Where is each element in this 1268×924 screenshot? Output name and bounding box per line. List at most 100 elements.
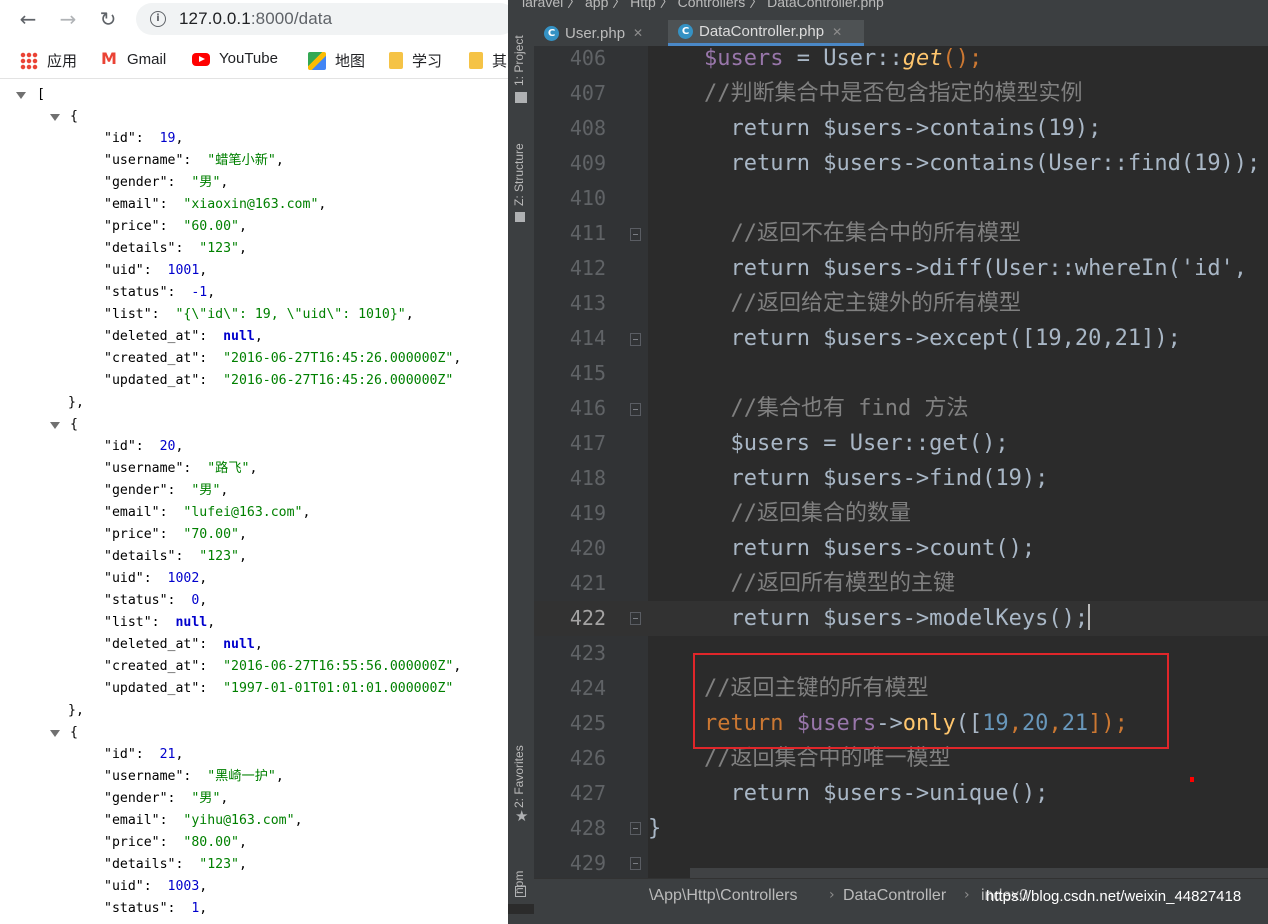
close-icon[interactable]: ✕ <box>832 25 842 39</box>
code-line-427[interactable]: return $users->unique(); <box>704 776 1048 811</box>
npm-icon[interactable] <box>515 886 526 897</box>
forward-arrow-icon[interactable]: → <box>53 4 83 34</box>
star-icon[interactable]: ★ <box>515 809 528 824</box>
breadcrumb-class[interactable]: DataController <box>843 887 946 905</box>
code-line-411[interactable]: //返回不在集合中的所有模型 <box>704 216 1021 251</box>
json-value: "2016-06-27T16:55:56.000000Z" <box>223 659 454 674</box>
url-text[interactable]: 127.0.0.1:8000/data <box>179 9 332 29</box>
code-line-412[interactable]: return $users->diff(User::whereIn('id', <box>704 251 1247 286</box>
json-key: "price": <box>104 527 184 542</box>
code-line-413[interactable]: //返回给定主键外的所有模型 <box>704 286 1021 321</box>
code-line-406[interactable]: $users = User::get(); <box>704 41 982 76</box>
code-line-418[interactable]: return $users->find(19); <box>704 461 1048 496</box>
json-key: "list": <box>104 615 176 630</box>
json-value: null <box>223 329 255 344</box>
fold-marker-icon[interactable] <box>630 857 641 870</box>
json-value: "路飞" <box>207 461 250 476</box>
json-field-list: "list": "{\"id\": 19, \"uid\": 1010}", <box>104 307 414 322</box>
error-marker <box>1190 777 1194 782</box>
json-field-email: "email": "xiaoxin@163.com", <box>104 197 327 212</box>
code-line-407[interactable]: //判断集合中是否包含指定的模型实例 <box>704 76 1083 111</box>
line-number: 427 <box>569 781 606 805</box>
json-field-id: "id": 20, <box>104 439 184 454</box>
json-key: "uid": <box>104 263 168 278</box>
json-field-price: "price": "70.00", <box>104 527 247 542</box>
json-object-close: }, <box>68 703 84 718</box>
fold-marker-icon[interactable] <box>630 822 641 835</box>
project-tool-tab[interactable]: 1: Project <box>512 35 526 86</box>
reload-icon[interactable]: ↻ <box>93 4 123 34</box>
collapse-object-icon[interactable] <box>50 114 60 121</box>
code-line-417[interactable]: $users = User::get(); <box>704 426 1008 461</box>
collapse-object-icon[interactable] <box>50 422 60 429</box>
bookmark-label: 地图 <box>335 53 366 70</box>
json-value: "黑崎一护" <box>207 769 276 784</box>
collapse-object-icon[interactable] <box>50 730 60 737</box>
bookmark-label: 学习 <box>412 53 443 70</box>
json-value: "xiaoxin@163.com" <box>183 197 319 212</box>
folder-icon[interactable] <box>515 92 527 103</box>
json-key: "gender": <box>104 175 192 190</box>
json-object-open: { <box>70 725 78 740</box>
folder-icon <box>389 52 403 69</box>
json-field-list: "list": null, <box>104 615 216 630</box>
json-viewer: [{"id": 19, "username": "蜡笔小新", "gender": … <box>0 80 508 924</box>
top-breadcrumb[interactable]: laravel 〉 app 〉 Http 〉 Controllers 〉 Dat… <box>522 0 884 12</box>
bookmark-youtube[interactable]: YouTube <box>192 50 278 67</box>
json-value: "男" <box>191 791 221 806</box>
code-token: return $users->modelKeys(); <box>704 606 1089 631</box>
code-line-421[interactable]: //返回所有模型的主键 <box>704 566 955 601</box>
watermark-text: https://blog.csdn.net/weixin_44827418 <box>986 888 1242 905</box>
ide-navigation-bar: laravel 〉 app 〉 Http 〉 Controllers 〉 Dat… <box>508 0 1268 20</box>
bookmark-gmail[interactable]: M Gmail <box>100 50 166 68</box>
bookmark-folder-other[interactable]: 其 <box>469 50 507 71</box>
bottom-tool-tabs <box>508 914 1268 924</box>
structure-icon[interactable] <box>515 212 525 222</box>
fold-marker-icon[interactable] <box>630 228 641 241</box>
collapse-array-icon[interactable] <box>16 92 26 99</box>
structure-tool-tab[interactable]: Z: Structure <box>512 143 526 206</box>
json-key: "email": <box>104 505 184 520</box>
close-icon[interactable]: ✕ <box>633 26 643 40</box>
code-line-409[interactable]: return $users->contains(User::find(19)); <box>704 146 1260 181</box>
browser-window: ← → ↻ i 127.0.0.1:8000/data 应用 M Gmail Yo… <box>0 0 508 924</box>
fold-marker-icon[interactable] <box>630 403 641 416</box>
json-key: "username": <box>104 461 208 476</box>
code-line-408[interactable]: return $users->contains(19); <box>704 111 1101 146</box>
json-value: "男" <box>191 483 221 498</box>
json-array-open: [ <box>37 87 45 102</box>
json-key: "details": <box>104 241 200 256</box>
code-line-428[interactable]: } <box>648 811 661 846</box>
horizontal-scrollbar[interactable] <box>690 868 1268 878</box>
json-field-email: "email": "yihu@163.com", <box>104 813 303 828</box>
line-number: 418 <box>569 466 606 490</box>
apps-grid-icon <box>20 51 38 70</box>
favorites-tool-tab[interactable]: 2: Favorites <box>512 745 526 808</box>
site-info-icon[interactable]: i <box>150 11 166 27</box>
bookmark-maps[interactable]: 地图 <box>308 50 365 71</box>
line-number: 428 <box>569 816 606 840</box>
json-key: "uid": <box>104 879 168 894</box>
tool-window-strip: 1: Project Z: Structure 2: Favorites ★ n… <box>508 20 535 904</box>
code-line-419[interactable]: //返回集合的数量 <box>704 496 911 531</box>
back-arrow-icon[interactable]: ← <box>13 4 43 34</box>
bookmark-label: 其 <box>492 53 508 70</box>
fold-marker-icon[interactable] <box>630 612 641 625</box>
code-line-422[interactable]: return $users->modelKeys(); <box>704 601 1091 636</box>
line-number: 429 <box>569 851 606 875</box>
json-field-username: "username": "路飞", <box>104 461 258 476</box>
json-field-status: "status": -1, <box>104 285 216 300</box>
code-line-416[interactable]: //集合也有 find 方法 <box>704 391 968 426</box>
line-number: 422 <box>569 606 606 630</box>
json-field-updated-at: "updated_at": "2016-06-27T16:45:26.00000… <box>104 370 453 392</box>
bookmark-folder-study[interactable]: 学习 <box>389 50 442 71</box>
code-line-420[interactable]: return $users->count(); <box>704 531 1035 566</box>
address-bar[interactable]: i 127.0.0.1:8000/data <box>136 3 508 35</box>
line-number: 416 <box>569 396 606 420</box>
breadcrumb-namespace[interactable]: \App\Http\Controllers <box>649 887 798 905</box>
bookmark-apps[interactable]: 应用 <box>20 50 77 71</box>
fold-marker-icon[interactable] <box>630 333 641 346</box>
json-value: -1 <box>191 285 208 300</box>
php-class-icon: C <box>678 24 693 39</box>
code-line-414[interactable]: return $users->except([19,20,21]); <box>704 321 1180 356</box>
